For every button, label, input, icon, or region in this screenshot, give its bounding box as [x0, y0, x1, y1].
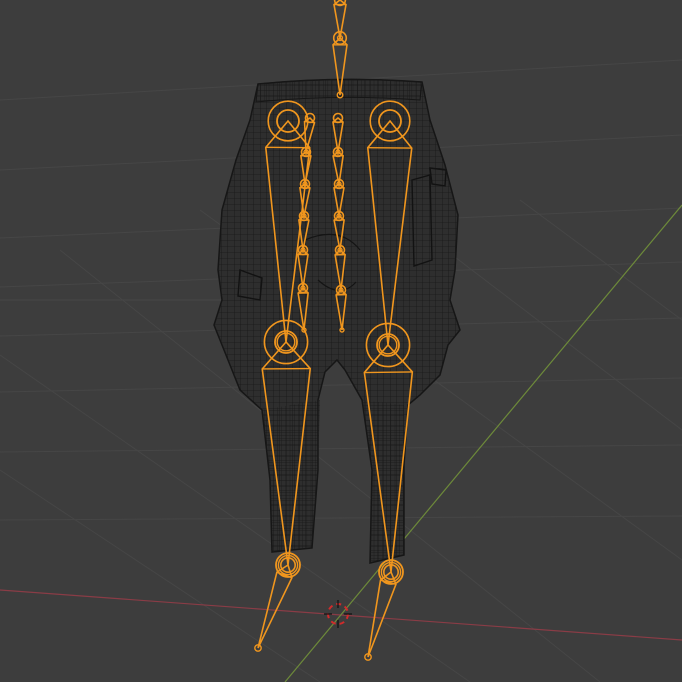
grid-line [0, 377, 682, 393]
left-foot-bone[interactable] [254, 556, 296, 652]
right-shin-wire [362, 400, 404, 563]
grid-line [0, 515, 682, 521]
3d-cursor-icon[interactable] [324, 600, 352, 628]
grid-line [0, 444, 682, 453]
3d-viewport[interactable] [0, 0, 682, 682]
viewport-canvas[interactable] [0, 0, 682, 682]
